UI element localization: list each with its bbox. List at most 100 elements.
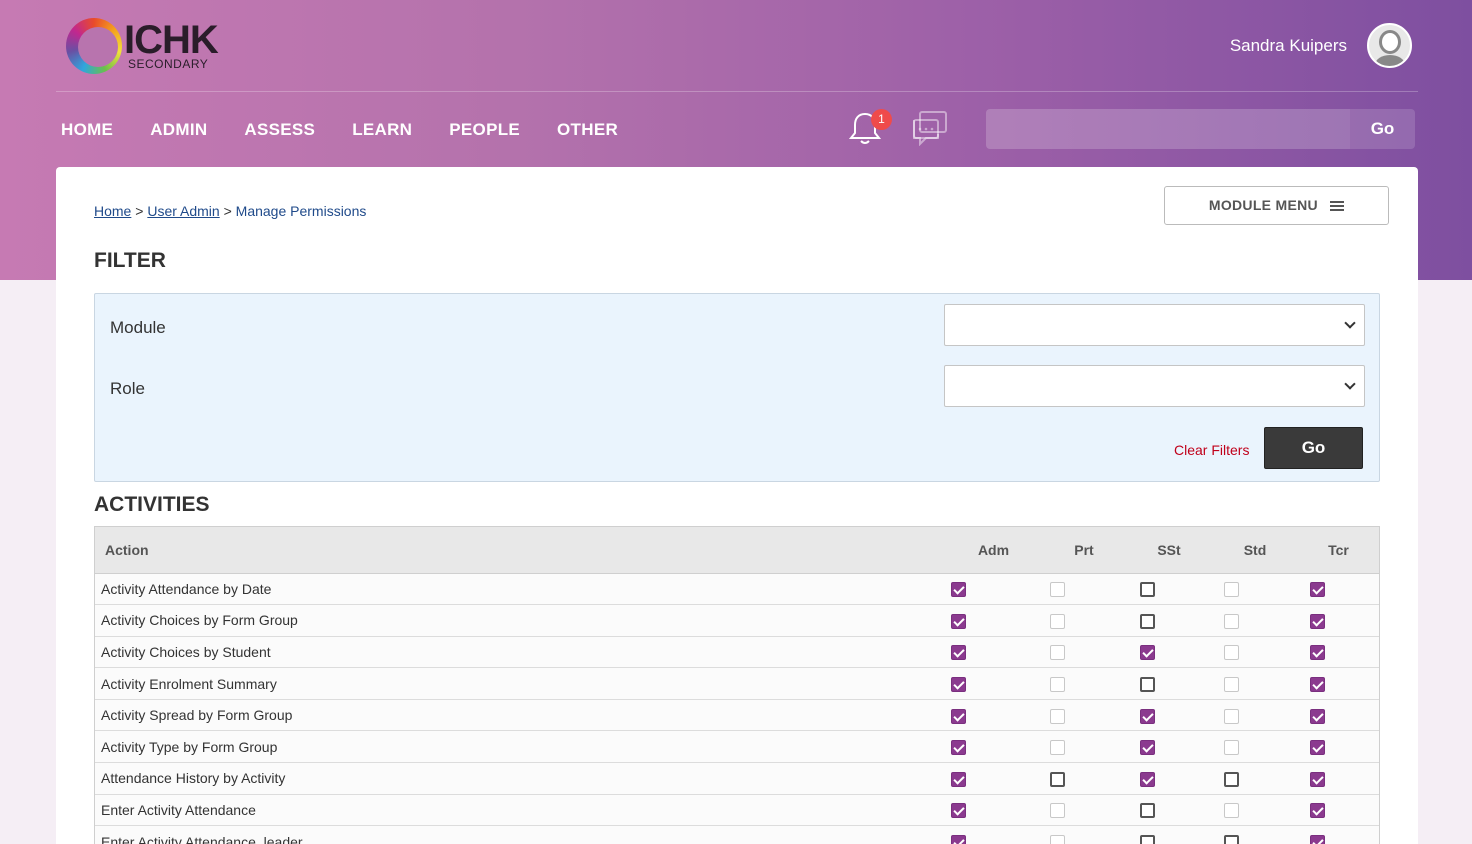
nav-other[interactable]: OTHER <box>557 120 618 140</box>
table-row: Activity Attendance by Date <box>95 573 1379 606</box>
permission-checkbox-adm[interactable] <box>951 708 966 724</box>
permission-checkbox-prt <box>1050 645 1065 661</box>
column-header-std: Std <box>1212 527 1298 574</box>
permission-cell-tcr <box>1298 762 1379 795</box>
permission-checkbox-tcr[interactable] <box>1310 645 1325 661</box>
permission-checkbox-sst[interactable] <box>1140 676 1155 692</box>
permission-checkbox-tcr[interactable] <box>1310 613 1325 629</box>
permission-cell-tcr <box>1298 604 1379 637</box>
module-menu-button[interactable]: MODULE MENU <box>1164 186 1389 225</box>
module-select[interactable] <box>944 304 1365 346</box>
permission-checkbox-tcr[interactable] <box>1310 582 1325 598</box>
permission-checkbox-sst[interactable] <box>1140 834 1155 844</box>
permission-checkbox-prt[interactable] <box>1050 771 1065 787</box>
permission-cell-prt <box>1042 825 1126 844</box>
permission-cell-prt <box>1042 604 1126 637</box>
permission-checkbox-tcr[interactable] <box>1310 740 1325 756</box>
permission-cell-std <box>1212 825 1298 844</box>
permission-checkbox-prt <box>1050 803 1065 819</box>
permission-cell-adm <box>945 794 1042 827</box>
permission-checkbox-tcr[interactable] <box>1310 708 1325 724</box>
school-logo[interactable]: ICHK SECONDARY <box>66 18 236 76</box>
permission-checkbox-adm[interactable] <box>951 803 966 819</box>
avatar[interactable] <box>1367 23 1412 68</box>
permission-cell-std <box>1212 699 1298 732</box>
table-body: Activity Attendance by Date Activity Choi… <box>95 573 1379 844</box>
permission-checkbox-adm[interactable] <box>951 771 966 787</box>
permission-checkbox-sst[interactable] <box>1140 771 1155 787</box>
permission-checkbox-prt <box>1050 613 1065 629</box>
permission-cell-sst <box>1126 730 1212 764</box>
permission-cell-prt <box>1042 699 1126 732</box>
permission-cell-prt <box>1042 573 1126 606</box>
logo-name: ICHK <box>124 18 219 62</box>
user-name[interactable]: Sandra Kuipers <box>1230 36 1347 56</box>
permission-checkbox-std[interactable] <box>1224 834 1239 844</box>
permission-cell-prt <box>1042 762 1126 795</box>
search-go-button[interactable]: Go <box>1350 109 1415 149</box>
permission-checkbox-tcr[interactable] <box>1310 834 1325 844</box>
permission-cell-tcr <box>1298 636 1379 669</box>
permission-checkbox-sst[interactable] <box>1140 582 1155 598</box>
permission-checkbox-adm[interactable] <box>951 582 966 598</box>
breadcrumb-home[interactable]: Home <box>94 203 131 219</box>
permission-cell-sst <box>1126 794 1212 827</box>
content-card: Home > User Admin > Manage Permissions M… <box>56 167 1418 844</box>
permission-cell-std <box>1212 604 1298 637</box>
filter-go-button[interactable]: Go <box>1264 427 1363 469</box>
action-name: Enter Activity Attendance_leader <box>95 825 945 844</box>
hamburger-icon <box>1330 199 1345 213</box>
notification-count-badge[interactable]: 1 <box>871 109 892 130</box>
search-input[interactable] <box>986 109 1350 149</box>
permission-checkbox-std[interactable] <box>1224 771 1239 787</box>
breadcrumb-separator: > <box>223 203 232 219</box>
nav-admin[interactable]: ADMIN <box>150 120 207 140</box>
permission-cell-sst <box>1126 699 1212 732</box>
permission-checkbox-std <box>1224 708 1239 724</box>
permission-checkbox-tcr[interactable] <box>1310 676 1325 692</box>
permission-cell-sst <box>1126 636 1212 669</box>
permission-checkbox-adm[interactable] <box>951 676 966 692</box>
permission-checkbox-tcr[interactable] <box>1310 803 1325 819</box>
header-divider <box>56 91 1418 92</box>
permission-checkbox-std <box>1224 676 1239 692</box>
permission-cell-prt <box>1042 730 1126 764</box>
permission-checkbox-adm[interactable] <box>951 834 966 844</box>
clear-filters-link[interactable]: Clear Filters <box>1174 442 1249 458</box>
breadcrumb-user-admin[interactable]: User Admin <box>147 203 219 219</box>
action-name: Activity Choices by Student <box>95 636 945 669</box>
permission-cell-tcr <box>1298 699 1379 732</box>
permission-checkbox-sst[interactable] <box>1140 645 1155 661</box>
permission-cell-adm <box>945 762 1042 795</box>
table-row: Attendance History by Activity <box>95 762 1379 795</box>
permission-checkbox-sst[interactable] <box>1140 613 1155 629</box>
permission-cell-sst <box>1126 604 1212 637</box>
permission-checkbox-adm[interactable] <box>951 645 966 661</box>
activities-heading: ACTIVITIES <box>94 493 210 516</box>
permission-checkbox-adm[interactable] <box>951 740 966 756</box>
role-select[interactable] <box>944 365 1365 407</box>
permission-checkbox-sst[interactable] <box>1140 708 1155 724</box>
chevron-down-icon <box>1344 317 1356 329</box>
permission-checkbox-prt <box>1050 582 1065 598</box>
nav-learn[interactable]: LEARN <box>352 120 412 140</box>
column-header-prt: Prt <box>1042 527 1126 574</box>
permission-checkbox-tcr[interactable] <box>1310 771 1325 787</box>
permission-cell-tcr <box>1298 794 1379 827</box>
filter-panel: Module Role Clear Filters Go <box>94 293 1380 482</box>
messages-icon[interactable] <box>911 108 949 146</box>
permission-checkbox-prt <box>1050 676 1065 692</box>
breadcrumb-current: Manage Permissions <box>235 203 367 219</box>
main-nav: HOME ADMIN ASSESS LEARN PEOPLE OTHER <box>61 120 618 140</box>
permission-checkbox-prt <box>1050 708 1065 724</box>
permission-checkbox-prt <box>1050 740 1065 756</box>
nav-people[interactable]: PEOPLE <box>449 120 520 140</box>
permission-checkbox-adm[interactable] <box>951 613 966 629</box>
nav-home[interactable]: HOME <box>61 120 113 140</box>
nav-assess[interactable]: ASSESS <box>244 120 315 140</box>
permission-cell-std <box>1212 636 1298 669</box>
permission-cell-std <box>1212 794 1298 827</box>
permission-checkbox-sst[interactable] <box>1140 803 1155 819</box>
permission-checkbox-sst[interactable] <box>1140 740 1155 756</box>
table-row: Activity Enrolment Summary <box>95 667 1379 700</box>
